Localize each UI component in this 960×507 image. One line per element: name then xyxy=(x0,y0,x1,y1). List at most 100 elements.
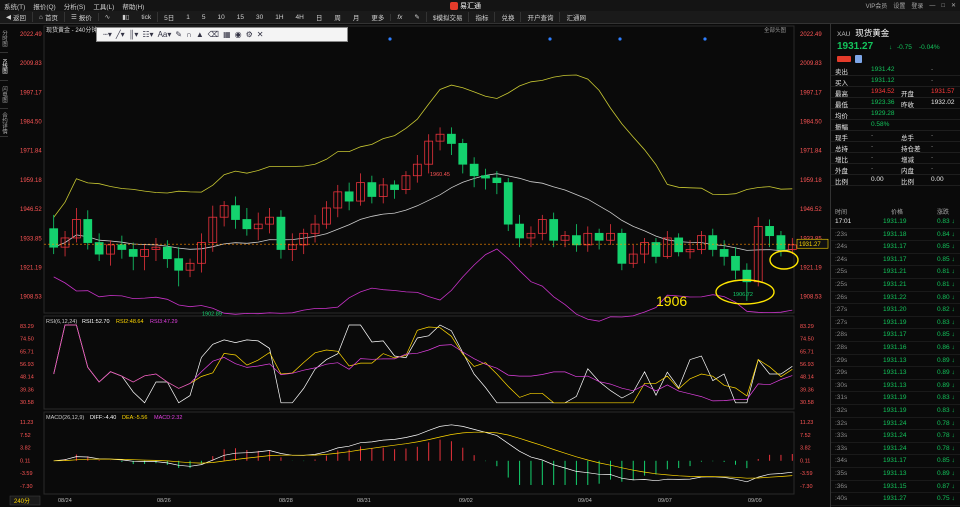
draw-tool-button[interactable]: ✎ xyxy=(408,13,425,21)
period-5[interactable]: 5 xyxy=(196,14,212,21)
period-5d[interactable]: 5日 xyxy=(157,12,180,22)
maximize-icon[interactable]: □ xyxy=(941,3,945,9)
settings-link[interactable]: 设置 xyxy=(893,1,905,10)
menu-analysis[interactable]: 分析(S) xyxy=(60,1,90,11)
menu-quote[interactable]: 报价(Q) xyxy=(29,1,59,11)
candle-body xyxy=(458,143,468,165)
magnet-icon[interactable]: ∩ xyxy=(186,30,192,39)
macd-scale-left: 7.52 xyxy=(20,433,31,439)
candle-body xyxy=(651,242,661,257)
tick-change: 0.83 ↓ xyxy=(937,218,955,225)
period-15[interactable]: 15 xyxy=(231,14,250,21)
tab-kline[interactable]: K线图 xyxy=(0,53,8,81)
logo-icon xyxy=(450,1,458,10)
quote-label: 卖出 xyxy=(835,69,848,76)
quote-row: 增比 - 增减 - xyxy=(831,153,960,164)
symbol-header: XAU 现货黄金 xyxy=(837,27,889,39)
edit-icon[interactable]: ✎ xyxy=(175,30,182,39)
quote-value: - xyxy=(931,132,934,139)
tick-change: 0.83 ↓ xyxy=(937,318,955,326)
menu-tools[interactable]: 工具(L) xyxy=(89,1,118,11)
dea-line xyxy=(53,431,793,479)
tick-row: :25s 1931.21 0.81 ↓ xyxy=(831,266,960,279)
period-week[interactable]: 周 xyxy=(328,12,347,22)
fib-tool-icon[interactable]: ☷▾ xyxy=(142,30,153,39)
period-1[interactable]: 1 xyxy=(180,14,196,21)
close-icon[interactable]: ✕ xyxy=(951,2,956,9)
price-chart-svg[interactable]: 2022.49 2022.49 2009.83 2009.83 1997.17 1997.… xyxy=(0,24,830,507)
quote-value: 1929.28 xyxy=(871,110,895,117)
price-scale-right: 1997.17 xyxy=(800,90,822,96)
settings-icon[interactable]: ⚙ xyxy=(246,30,253,39)
tick-time: :33s xyxy=(835,444,848,452)
tick-price: 1931.19 xyxy=(883,218,907,225)
candle-body xyxy=(708,235,718,250)
menu-system[interactable]: 系统(T) xyxy=(0,1,29,11)
back-button[interactable]: ◀ 返回 xyxy=(0,12,32,22)
macd-scale-left: 0.11 xyxy=(20,458,30,464)
home-button[interactable]: ⌂ 首页 xyxy=(32,12,64,22)
quote-value: - xyxy=(871,132,874,139)
tick-time: :28s xyxy=(835,344,848,351)
ray-tool-icon[interactable]: ╱▾ xyxy=(116,30,125,39)
minute-chart-button[interactable]: ∿ xyxy=(97,13,116,21)
date-label: 08/26 xyxy=(157,498,171,504)
exchange-button[interactable]: 兑换 xyxy=(494,12,520,22)
minimize-icon[interactable]: — xyxy=(929,3,935,9)
candle-body xyxy=(617,232,627,264)
menu-help[interactable]: 帮助(H) xyxy=(118,1,148,11)
rsi-scale-left: 30.58 xyxy=(20,400,34,406)
indicator-button[interactable]: 指标 xyxy=(468,12,494,22)
huitong-button[interactable]: 汇通网 xyxy=(559,12,592,22)
tab-minute[interactable]: 分时图 xyxy=(0,25,8,53)
period-month[interactable]: 月 xyxy=(347,12,366,22)
delete-icon[interactable]: ▦ xyxy=(223,30,231,39)
tick-button[interactable]: tick xyxy=(135,14,157,21)
account-query-button[interactable]: 开户查询 xyxy=(520,12,559,22)
candle-body xyxy=(242,219,252,230)
candle-body xyxy=(481,175,490,179)
alert-tag-icon[interactable] xyxy=(837,56,851,62)
tick-change: 0.89 ↓ xyxy=(937,369,955,377)
more-button[interactable]: 更多 xyxy=(365,12,390,22)
period-10[interactable]: 10 xyxy=(212,14,231,21)
eraser-icon[interactable]: ⌫ xyxy=(208,30,219,39)
quote-button[interactable]: ☰ 报价 xyxy=(63,12,98,22)
kline-button[interactable]: ▮▯ xyxy=(116,13,135,21)
quote-value: - xyxy=(931,66,934,73)
period-30[interactable]: 30 xyxy=(250,14,269,21)
tick-change: 0.81 ↓ xyxy=(937,268,955,276)
tick-row: :34s 1931.17 0.85 ↓ xyxy=(831,455,960,468)
tab-flash[interactable]: 闪电图 xyxy=(0,81,8,109)
quote-label: 增比 xyxy=(835,157,848,164)
visibility-icon[interactable]: ◉ xyxy=(235,30,242,39)
text-tool-icon[interactable]: Aa▾ xyxy=(158,30,172,39)
tab-contract[interactable]: 合约详情 xyxy=(0,109,8,137)
close-drawbar-icon[interactable]: ✕ xyxy=(257,30,264,39)
tick-header: 时间 价格 涨跌 xyxy=(831,206,960,216)
macd-scale-right: -7.30 xyxy=(800,484,813,490)
price-scale-right: 2009.83 xyxy=(800,61,822,67)
parallel-tool-icon[interactable]: ║▾ xyxy=(129,30,139,39)
rsi-scale-left: 83.29 xyxy=(20,324,34,330)
login-link[interactable]: 登录 xyxy=(911,1,923,10)
price-scale-left: 1933.85 xyxy=(20,236,42,242)
period-4h[interactable]: 4H xyxy=(290,14,310,21)
quote-value: - xyxy=(871,143,874,150)
tick-change: 0.85 ↓ xyxy=(937,243,955,251)
vip-link[interactable]: VIP会员 xyxy=(866,1,888,10)
tick-time: :29s xyxy=(835,356,848,364)
menu-bar: 系统(T) 报价(Q) 分析(S) 工具(L) 帮助(H) 易汇通 VIP会员 … xyxy=(0,0,960,11)
line-tool-icon[interactable]: ┄▾ xyxy=(103,30,112,39)
note-tag-icon[interactable] xyxy=(855,55,862,63)
price-down-icon: ↓ xyxy=(889,44,893,51)
fx-button[interactable]: fx xyxy=(390,13,408,21)
period-day[interactable]: 日 xyxy=(310,12,329,22)
app-title: 易汇通 xyxy=(460,2,481,10)
quote-label: 内盘 xyxy=(901,168,914,175)
current-price-label: 1931.27 xyxy=(799,242,821,248)
period-1h[interactable]: 1H xyxy=(269,14,289,21)
sim-trade-button[interactable]: $模拟交易 xyxy=(425,12,469,22)
lock-icon[interactable]: ▲ xyxy=(196,30,204,39)
tick-time: 17:01 xyxy=(835,218,852,225)
